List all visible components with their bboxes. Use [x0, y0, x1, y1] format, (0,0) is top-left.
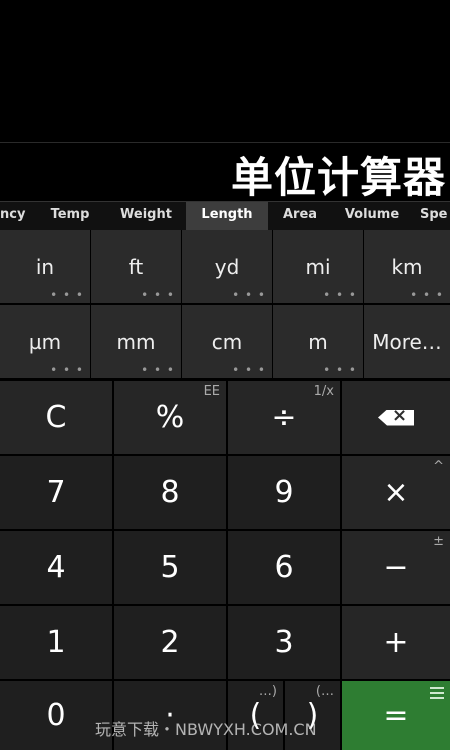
- tab-volume[interactable]: Volume: [336, 202, 408, 230]
- divider: [0, 142, 450, 143]
- unit-ft[interactable]: ft • • •: [91, 230, 181, 303]
- more-dots-icon: • • •: [232, 288, 266, 302]
- key-label: 8: [160, 475, 180, 510]
- more-dots-icon: • • •: [50, 363, 84, 377]
- unit-m[interactable]: m • • •: [273, 305, 363, 378]
- secondary-label: 1/x: [313, 384, 334, 399]
- secondary-label: ±: [433, 534, 444, 549]
- more-dots-icon: • • •: [141, 363, 175, 377]
- secondary-label: …): [258, 684, 277, 699]
- unit-mm[interactable]: mm • • •: [91, 305, 181, 378]
- divide-button[interactable]: ÷ 1/x: [228, 381, 340, 454]
- tab-area[interactable]: Area: [272, 202, 328, 230]
- key-label: −: [383, 550, 409, 585]
- unit-label: mm: [116, 329, 156, 354]
- secondary-label: EE: [203, 384, 220, 399]
- secondary-label: ^: [433, 459, 444, 474]
- key-label: C: [45, 400, 67, 435]
- unit-more-button[interactable]: More…: [364, 305, 450, 378]
- watermark: 玩意下载・NBWYXH.COM.CN: [95, 720, 317, 739]
- more-dots-icon: • • •: [232, 363, 266, 377]
- unit-label: More…: [372, 329, 442, 354]
- clear-button[interactable]: C: [0, 381, 112, 454]
- tab-length[interactable]: Length: [186, 202, 268, 230]
- digit-9-button[interactable]: 9: [228, 456, 340, 529]
- plus-button[interactable]: +: [342, 606, 450, 679]
- tab-currency[interactable]: ncy: [0, 202, 25, 230]
- key-label: ÷: [271, 400, 297, 435]
- key-label: 0: [46, 698, 66, 733]
- key-label: +: [383, 625, 409, 660]
- unit-label: in: [35, 254, 55, 279]
- category-tabs: ncy Temp Weight Length Area Volume Spe: [0, 201, 450, 230]
- key-label: =: [383, 698, 409, 733]
- digit-7-button[interactable]: 7: [0, 456, 112, 529]
- unit-label: yd: [214, 254, 240, 279]
- app-title: 单位计算器: [230, 153, 446, 202]
- unit-mi[interactable]: mi • • •: [273, 230, 363, 303]
- unit-in[interactable]: in • • •: [0, 230, 90, 303]
- digit-1-button[interactable]: 1: [0, 606, 112, 679]
- equals-button[interactable]: =: [342, 681, 450, 750]
- unit-yd[interactable]: yd • • •: [182, 230, 272, 303]
- menu-lines-icon: [430, 687, 444, 702]
- unit-label: µm: [28, 329, 62, 354]
- tab-speed[interactable]: Spe: [420, 202, 450, 230]
- digit-4-button[interactable]: 4: [0, 531, 112, 604]
- key-label: 2: [160, 625, 180, 660]
- unit-um[interactable]: µm • • •: [0, 305, 90, 378]
- secondary-label: (…: [315, 684, 334, 699]
- more-dots-icon: • • •: [50, 288, 84, 302]
- digit-2-button[interactable]: 2: [114, 606, 226, 679]
- digit-5-button[interactable]: 5: [114, 531, 226, 604]
- percent-button[interactable]: % EE: [114, 381, 226, 454]
- key-label: 6: [274, 550, 294, 585]
- unit-cm[interactable]: cm • • •: [182, 305, 272, 378]
- digit-8-button[interactable]: 8: [114, 456, 226, 529]
- display-area: [0, 0, 450, 142]
- unit-label: mi: [305, 254, 331, 279]
- digit-3-button[interactable]: 3: [228, 606, 340, 679]
- unit-label: ft: [128, 254, 144, 279]
- digit-6-button[interactable]: 6: [228, 531, 340, 604]
- key-label: ×: [383, 475, 409, 510]
- key-label: 9: [274, 475, 294, 510]
- unit-km[interactable]: km • • •: [364, 230, 450, 303]
- unit-label: cm: [211, 329, 243, 354]
- keypad: C %EE ÷1/x 7 8 9 ×^ 4 5 6 −± 1 2 3 + 0 ·…: [0, 381, 450, 750]
- more-dots-icon: • • •: [410, 288, 444, 302]
- key-label: 7: [46, 475, 66, 510]
- more-dots-icon: • • •: [323, 363, 357, 377]
- unit-label: m: [308, 329, 328, 354]
- more-dots-icon: • • •: [141, 288, 175, 302]
- more-dots-icon: • • •: [323, 288, 357, 302]
- key-label: 4: [46, 550, 66, 585]
- key-label: 5: [160, 550, 180, 585]
- key-label: 1: [46, 625, 66, 660]
- tab-temp[interactable]: Temp: [40, 202, 100, 230]
- multiply-button[interactable]: × ^: [342, 456, 450, 529]
- key-label: 3: [274, 625, 294, 660]
- unit-label: km: [391, 254, 423, 279]
- key-label: %: [155, 400, 185, 435]
- tab-weight[interactable]: Weight: [110, 202, 182, 230]
- backspace-button[interactable]: [342, 381, 450, 454]
- backspace-icon: [378, 409, 414, 426]
- minus-button[interactable]: − ±: [342, 531, 450, 604]
- unit-grid: in • • • ft • • • yd • • • mi • • • km • • • …: [0, 230, 450, 380]
